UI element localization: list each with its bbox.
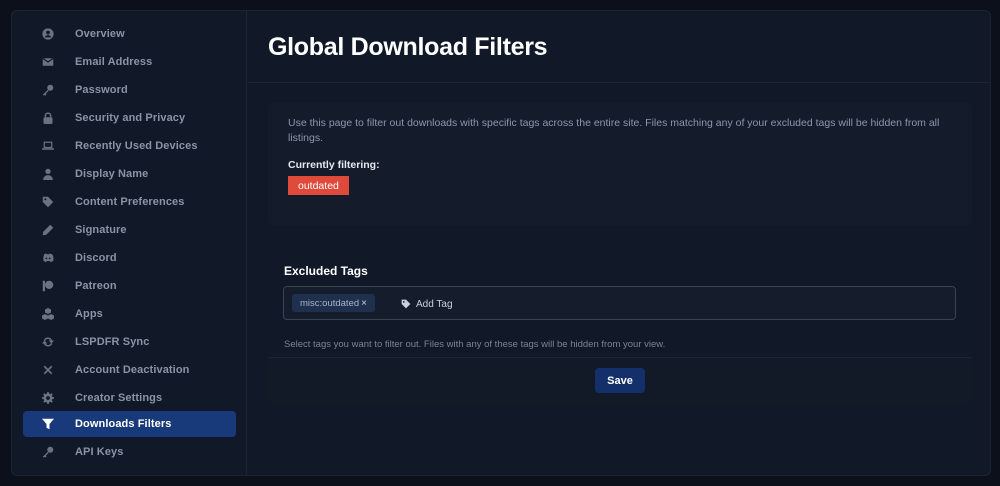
excluded-tags-card: Excluded Tags misc:outdated × Add Tag Se… bbox=[268, 243, 972, 404]
tag-icon bbox=[41, 195, 55, 209]
tag-icon bbox=[401, 299, 411, 309]
sidebar-item-label: LSPDFR Sync bbox=[75, 336, 150, 348]
sidebar-item-label: Overview bbox=[75, 28, 125, 40]
sidebar-item-content-preferences[interactable]: Content Preferences bbox=[23, 189, 236, 215]
sidebar-item-label: Security and Privacy bbox=[75, 112, 186, 124]
currently-filtering-label: Currently filtering: bbox=[288, 159, 380, 171]
sidebar-item-label: Patreon bbox=[75, 280, 117, 292]
sidebar-item-api-keys[interactable]: API Keys bbox=[23, 439, 236, 465]
sidebar-item-patreon[interactable]: Patreon bbox=[23, 273, 236, 299]
sidebar-item-label: Account Deactivation bbox=[75, 364, 190, 376]
sidebar-item-apps[interactable]: Apps bbox=[23, 301, 236, 327]
tag-chip-label: misc:outdated bbox=[300, 297, 360, 309]
sidebar-item-discord[interactable]: Discord bbox=[23, 245, 236, 271]
sidebar-item-display-name[interactable]: Display Name bbox=[23, 161, 236, 187]
tag-input[interactable]: misc:outdated × Add Tag bbox=[283, 286, 956, 320]
save-button[interactable]: Save bbox=[595, 368, 645, 393]
sidebar-item-label: Display Name bbox=[75, 168, 149, 180]
sidebar-item-label: Discord bbox=[75, 252, 117, 264]
sidebar-item-recently-used-devices[interactable]: Recently Used Devices bbox=[23, 133, 236, 159]
sidebar-item-signature[interactable]: Signature bbox=[23, 217, 236, 243]
sidebar-item-label: Content Preferences bbox=[75, 196, 185, 208]
filter-badge: outdated bbox=[288, 176, 349, 195]
sidebar-item-label: Apps bbox=[75, 308, 103, 320]
lock-icon bbox=[41, 111, 55, 125]
pencil-icon bbox=[41, 223, 55, 237]
envelope-icon bbox=[41, 55, 55, 69]
discord-icon bbox=[41, 251, 55, 265]
cubes-icon bbox=[41, 307, 55, 321]
sidebar-item-downloads-filters[interactable]: Downloads Filters bbox=[23, 411, 236, 437]
sidebar: Overview Email Address Password Security… bbox=[12, 11, 247, 475]
sidebar-item-label: API Keys bbox=[75, 446, 124, 458]
sidebar-item-label: Password bbox=[75, 84, 128, 96]
sidebar-item-overview[interactable]: Overview bbox=[23, 21, 236, 47]
info-card: Use this page to filter out downloads wi… bbox=[268, 103, 972, 225]
laptop-icon bbox=[41, 139, 55, 153]
filter-icon bbox=[41, 417, 55, 431]
sidebar-item-email-address[interactable]: Email Address bbox=[23, 49, 236, 75]
sidebar-item-password[interactable]: Password bbox=[23, 77, 236, 103]
excluded-tags-title: Excluded Tags bbox=[284, 264, 368, 278]
user-icon bbox=[41, 167, 55, 181]
sidebar-item-label: Signature bbox=[75, 224, 127, 236]
page-title: Global Download Filters bbox=[268, 33, 548, 61]
key-icon bbox=[41, 83, 55, 97]
add-tag-button[interactable]: Add Tag bbox=[401, 296, 453, 312]
sidebar-item-creator-settings[interactable]: Creator Settings bbox=[23, 385, 236, 411]
sidebar-item-label: Downloads Filters bbox=[75, 418, 172, 430]
settings-panel: Overview Email Address Password Security… bbox=[11, 10, 991, 476]
sidebar-item-security[interactable]: Security and Privacy bbox=[23, 105, 236, 131]
sidebar-item-label: Recently Used Devices bbox=[75, 140, 198, 152]
tag-chip: misc:outdated × bbox=[292, 294, 375, 312]
close-icon bbox=[41, 363, 55, 377]
patreon-icon bbox=[41, 279, 55, 293]
tag-remove-button[interactable]: × bbox=[361, 298, 367, 309]
gear-icon bbox=[41, 391, 55, 405]
card-footer: Save bbox=[268, 358, 972, 404]
add-tag-label: Add Tag bbox=[416, 298, 453, 310]
sidebar-item-lspdfr-sync[interactable]: LSPDFR Sync bbox=[23, 329, 236, 355]
sidebar-item-label: Creator Settings bbox=[75, 392, 163, 404]
sync-icon bbox=[41, 335, 55, 349]
page-header: Global Download Filters bbox=[248, 11, 990, 83]
info-description: Use this page to filter out downloads wi… bbox=[288, 117, 940, 144]
user-circle-icon bbox=[41, 27, 55, 41]
key-icon bbox=[41, 445, 55, 459]
sidebar-item-account-deactivation[interactable]: Account Deactivation bbox=[23, 357, 236, 383]
sidebar-item-label: Email Address bbox=[75, 56, 153, 68]
excluded-tags-help: Select tags you want to filter out. File… bbox=[284, 339, 666, 350]
